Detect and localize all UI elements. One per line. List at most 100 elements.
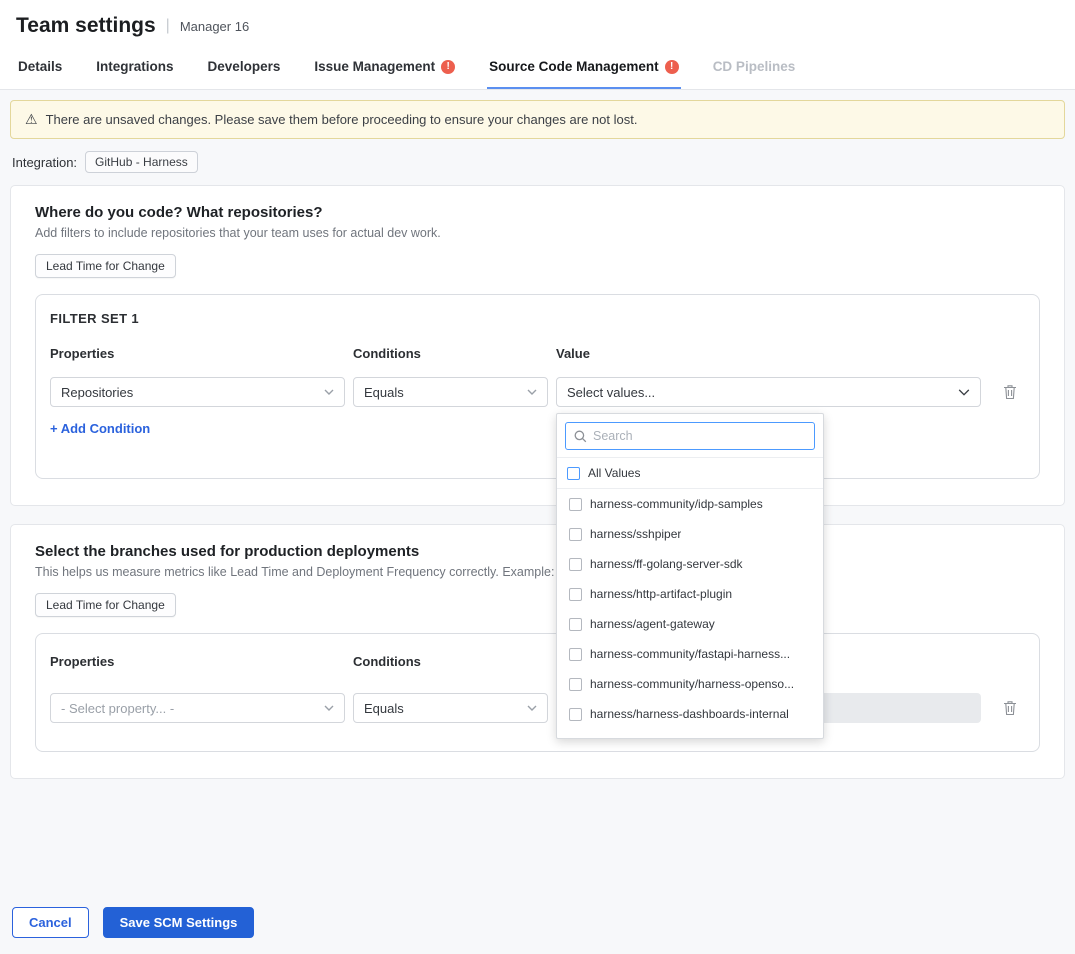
option-label: harness/karan-test-gh xyxy=(590,737,707,738)
delete-filter-button[interactable] xyxy=(995,377,1025,407)
all-values-label: All Values xyxy=(588,466,640,480)
option-label: harness/http-artifact-plugin xyxy=(590,587,732,601)
title-divider: | xyxy=(166,17,170,35)
all-values-option[interactable]: All Values xyxy=(557,457,823,489)
banner-text: There are unsaved changes. Please save t… xyxy=(46,112,638,127)
chevron-down-icon xyxy=(324,705,334,711)
checkbox[interactable] xyxy=(569,678,582,691)
list-item[interactable]: harness/sshpiper xyxy=(557,519,823,549)
main-content: ⚠ There are unsaved changes. Please save… xyxy=(0,90,1075,954)
list-item[interactable]: harness/http-artifact-plugin xyxy=(557,579,823,609)
dropdown-option-list: harness-community/idp-samples harness/ss… xyxy=(557,489,823,738)
checkbox[interactable] xyxy=(569,588,582,601)
footer-actions: Cancel Save SCM Settings xyxy=(10,899,1065,944)
condition-select-value: Equals xyxy=(364,385,404,400)
checkbox[interactable] xyxy=(569,618,582,631)
tab-developers[interactable]: Developers xyxy=(206,46,283,89)
repositories-card-title: Where do you code? What repositories? xyxy=(35,204,1040,221)
warning-triangle-icon: ⚠ xyxy=(25,111,38,128)
option-label: harness-community/harness-openso... xyxy=(590,677,794,691)
filter-column-headers: Properties Conditions Value xyxy=(50,346,1025,361)
repositories-card: Where do you code? What repositories? Ad… xyxy=(10,185,1065,506)
search-input[interactable] xyxy=(593,429,806,443)
property-select[interactable]: Repositories xyxy=(50,377,345,407)
filter-row: Repositories Equals Select values... xyxy=(50,377,1025,407)
conditions-column-header: Conditions xyxy=(353,346,548,361)
list-item[interactable]: harness/ff-golang-server-sdk xyxy=(557,549,823,579)
list-item[interactable]: harness/karan-test-gh xyxy=(557,729,823,738)
tab-cd-pipelines: CD Pipelines xyxy=(711,46,798,89)
branches-card-title: Select the branches used for production … xyxy=(35,543,1040,560)
page-header: Team settings | Manager 16 xyxy=(0,0,1075,46)
chevron-down-icon xyxy=(324,389,334,395)
checkbox[interactable] xyxy=(569,708,582,721)
cancel-button[interactable]: Cancel xyxy=(12,907,89,938)
lead-time-tag: Lead Time for Change xyxy=(35,254,176,278)
tab-source-code-management[interactable]: Source Code Management ! xyxy=(487,46,681,89)
branches-card: Select the branches used for production … xyxy=(10,524,1065,779)
dropdown-search-box xyxy=(565,422,815,450)
tab-label: CD Pipelines xyxy=(713,59,796,74)
list-item[interactable]: harness-community/idp-samples xyxy=(557,489,823,519)
add-condition-link[interactable]: + Add Condition xyxy=(50,421,150,436)
checkbox[interactable] xyxy=(569,648,582,661)
properties-column-header: Properties xyxy=(50,654,345,669)
checkbox[interactable] xyxy=(569,528,582,541)
tab-label: Integrations xyxy=(96,59,173,74)
value-select-wrap: Select values... All xyxy=(556,377,981,407)
integration-row: Integration: GitHub - Harness xyxy=(12,151,1063,173)
list-item[interactable]: harness/harness-dashboards-internal xyxy=(557,699,823,729)
trash-icon xyxy=(1003,700,1017,716)
branches-filter-set: Properties Conditions - Select property.… xyxy=(35,633,1040,752)
trash-icon xyxy=(1003,384,1017,400)
warning-badge-icon: ! xyxy=(665,60,679,74)
tab-details[interactable]: Details xyxy=(16,46,64,89)
all-values-checkbox[interactable] xyxy=(567,467,580,480)
option-label: harness-community/fastapi-harness... xyxy=(590,647,790,661)
values-dropdown-panel: All Values harness-community/idp-samples… xyxy=(556,413,824,739)
save-scm-settings-button[interactable]: Save SCM Settings xyxy=(103,907,255,938)
team-name-label: Manager 16 xyxy=(180,19,249,34)
option-label: harness-community/idp-samples xyxy=(590,497,763,511)
condition-select[interactable]: Equals xyxy=(353,693,548,723)
conditions-column-header: Conditions xyxy=(353,654,548,669)
checkbox[interactable] xyxy=(569,498,582,511)
list-item[interactable]: harness-community/fastapi-harness... xyxy=(557,639,823,669)
page-title: Team settings xyxy=(16,14,156,38)
tab-label: Developers xyxy=(208,59,281,74)
checkbox[interactable] xyxy=(569,558,582,571)
integration-label: Integration: xyxy=(12,155,77,170)
condition-select[interactable]: Equals xyxy=(353,377,548,407)
list-item[interactable]: harness-community/harness-openso... xyxy=(557,669,823,699)
property-select-value: Repositories xyxy=(61,385,133,400)
value-column-header: Value xyxy=(556,346,988,361)
search-icon xyxy=(574,430,587,443)
unsaved-changes-banner: ⚠ There are unsaved changes. Please save… xyxy=(10,100,1065,139)
lead-time-tag: Lead Time for Change xyxy=(35,593,176,617)
chevron-down-icon xyxy=(527,705,537,711)
chevron-down-icon xyxy=(958,389,970,396)
properties-column-header: Properties xyxy=(50,346,345,361)
option-label: harness/ff-golang-server-sdk xyxy=(590,557,743,571)
branches-card-subtitle: This helps us measure metrics like Lead … xyxy=(35,565,1040,579)
integration-chip[interactable]: GitHub - Harness xyxy=(85,151,198,173)
checkbox[interactable] xyxy=(569,738,582,739)
filter-row: - Select property... - Equals xyxy=(50,693,1025,723)
tab-bar: Details Integrations Developers Issue Ma… xyxy=(0,46,1075,90)
filter-set-title: FILTER SET 1 xyxy=(50,311,1025,326)
value-multiselect[interactable]: Select values... xyxy=(556,377,981,407)
option-label: harness/harness-dashboards-internal xyxy=(590,707,789,721)
delete-filter-button[interactable] xyxy=(995,693,1025,723)
tab-label: Details xyxy=(18,59,62,74)
list-item[interactable]: harness/agent-gateway xyxy=(557,609,823,639)
tab-integrations[interactable]: Integrations xyxy=(94,46,175,89)
tab-issue-management[interactable]: Issue Management ! xyxy=(312,46,457,89)
tab-label: Source Code Management xyxy=(489,59,659,74)
condition-select-value: Equals xyxy=(364,701,404,716)
value-multiselect-placeholder: Select values... xyxy=(567,385,655,400)
filter-column-headers: Properties Conditions xyxy=(50,654,1025,669)
chevron-down-icon xyxy=(527,389,537,395)
property-select[interactable]: - Select property... - xyxy=(50,693,345,723)
option-label: harness/sshpiper xyxy=(590,527,681,541)
option-label: harness/agent-gateway xyxy=(590,617,715,631)
